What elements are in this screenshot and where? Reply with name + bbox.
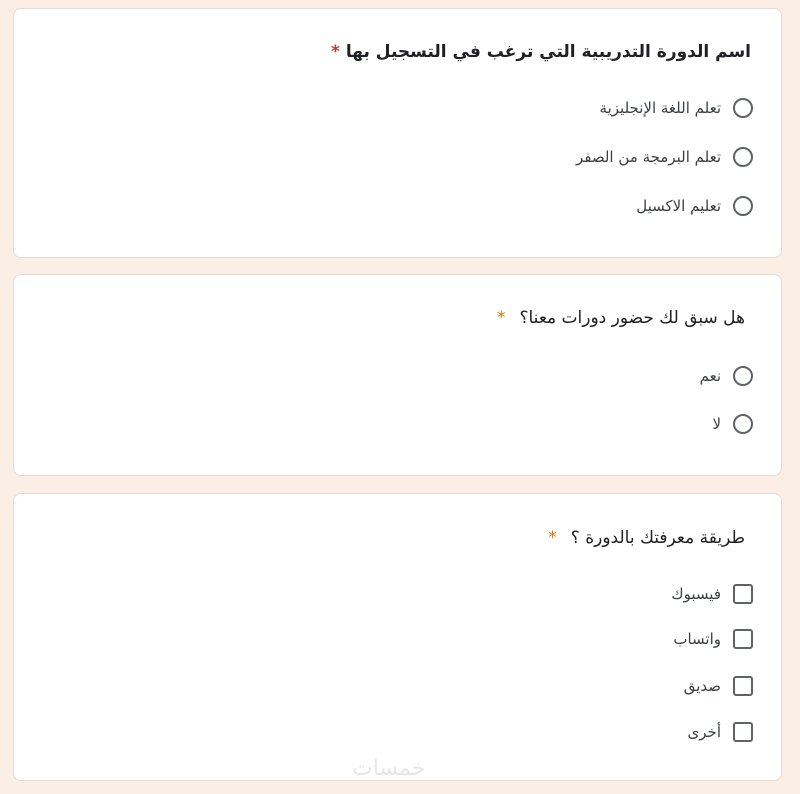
required-star: * — [331, 42, 340, 62]
question-card-source: طريقة معرفتك بالدورة ؟ * فيسبوك واتساب صد… — [13, 493, 782, 781]
watermark-text: خمسات — [352, 756, 426, 781]
radio-button[interactable] — [733, 414, 753, 434]
radio-button[interactable] — [733, 147, 753, 167]
radio-option-yes[interactable]: نعم — [700, 366, 753, 386]
option-label: تعلم البرمجة من الصفر — [575, 148, 721, 166]
checkbox[interactable] — [733, 584, 753, 604]
checkbox-option-whatsapp[interactable]: واتساب — [673, 629, 753, 649]
checkbox[interactable] — [733, 722, 753, 742]
radio-button[interactable] — [733, 366, 753, 386]
required-star: * — [496, 308, 506, 328]
checkbox-option-facebook[interactable]: فيسبوك — [671, 584, 753, 604]
radio-button[interactable] — [733, 196, 753, 216]
question-title-text: هل سبق لك حضور دورات معنا؟ — [519, 308, 745, 328]
question-card-course: اسم الدورة التدريبية التي ترغب في التسجي… — [13, 8, 782, 258]
option-label: فيسبوك — [671, 585, 721, 603]
question-card-attended: هل سبق لك حضور دورات معنا؟ * نعم لا — [13, 274, 782, 476]
required-star: * — [548, 528, 557, 548]
radio-option-programming[interactable]: تعلم البرمجة من الصفر — [576, 147, 753, 167]
option-label: نعم — [699, 367, 721, 385]
checkbox-option-other[interactable]: أخرى — [688, 722, 753, 742]
option-label: لا — [712, 415, 721, 433]
question-title-text: طريقة معرفتك بالدورة ؟ — [570, 528, 745, 548]
radio-option-no[interactable]: لا — [712, 414, 753, 434]
radio-option-excel[interactable]: تعليم الاكسيل — [636, 196, 753, 216]
checkbox-option-friend[interactable]: صديق — [684, 676, 753, 696]
question-title-text: اسم الدورة التدريبية التي ترغب في التسجي… — [345, 42, 751, 62]
option-label: واتساب — [673, 630, 721, 648]
checkbox[interactable] — [733, 629, 753, 649]
question-title: طريقة معرفتك بالدورة ؟ * — [548, 528, 745, 548]
option-label: صديق — [683, 677, 721, 695]
option-label: أخرى — [687, 723, 721, 741]
option-label: تعلم اللغة الإنجليزية — [599, 99, 721, 117]
question-title: هل سبق لك حضور دورات معنا؟ * — [497, 308, 745, 328]
question-title: اسم الدورة التدريبية التي ترغب في التسجي… — [331, 42, 751, 62]
checkbox[interactable] — [733, 676, 753, 696]
radio-option-english[interactable]: تعلم اللغة الإنجليزية — [600, 98, 753, 118]
radio-button[interactable] — [733, 98, 753, 118]
option-label: تعليم الاكسيل — [636, 197, 721, 215]
